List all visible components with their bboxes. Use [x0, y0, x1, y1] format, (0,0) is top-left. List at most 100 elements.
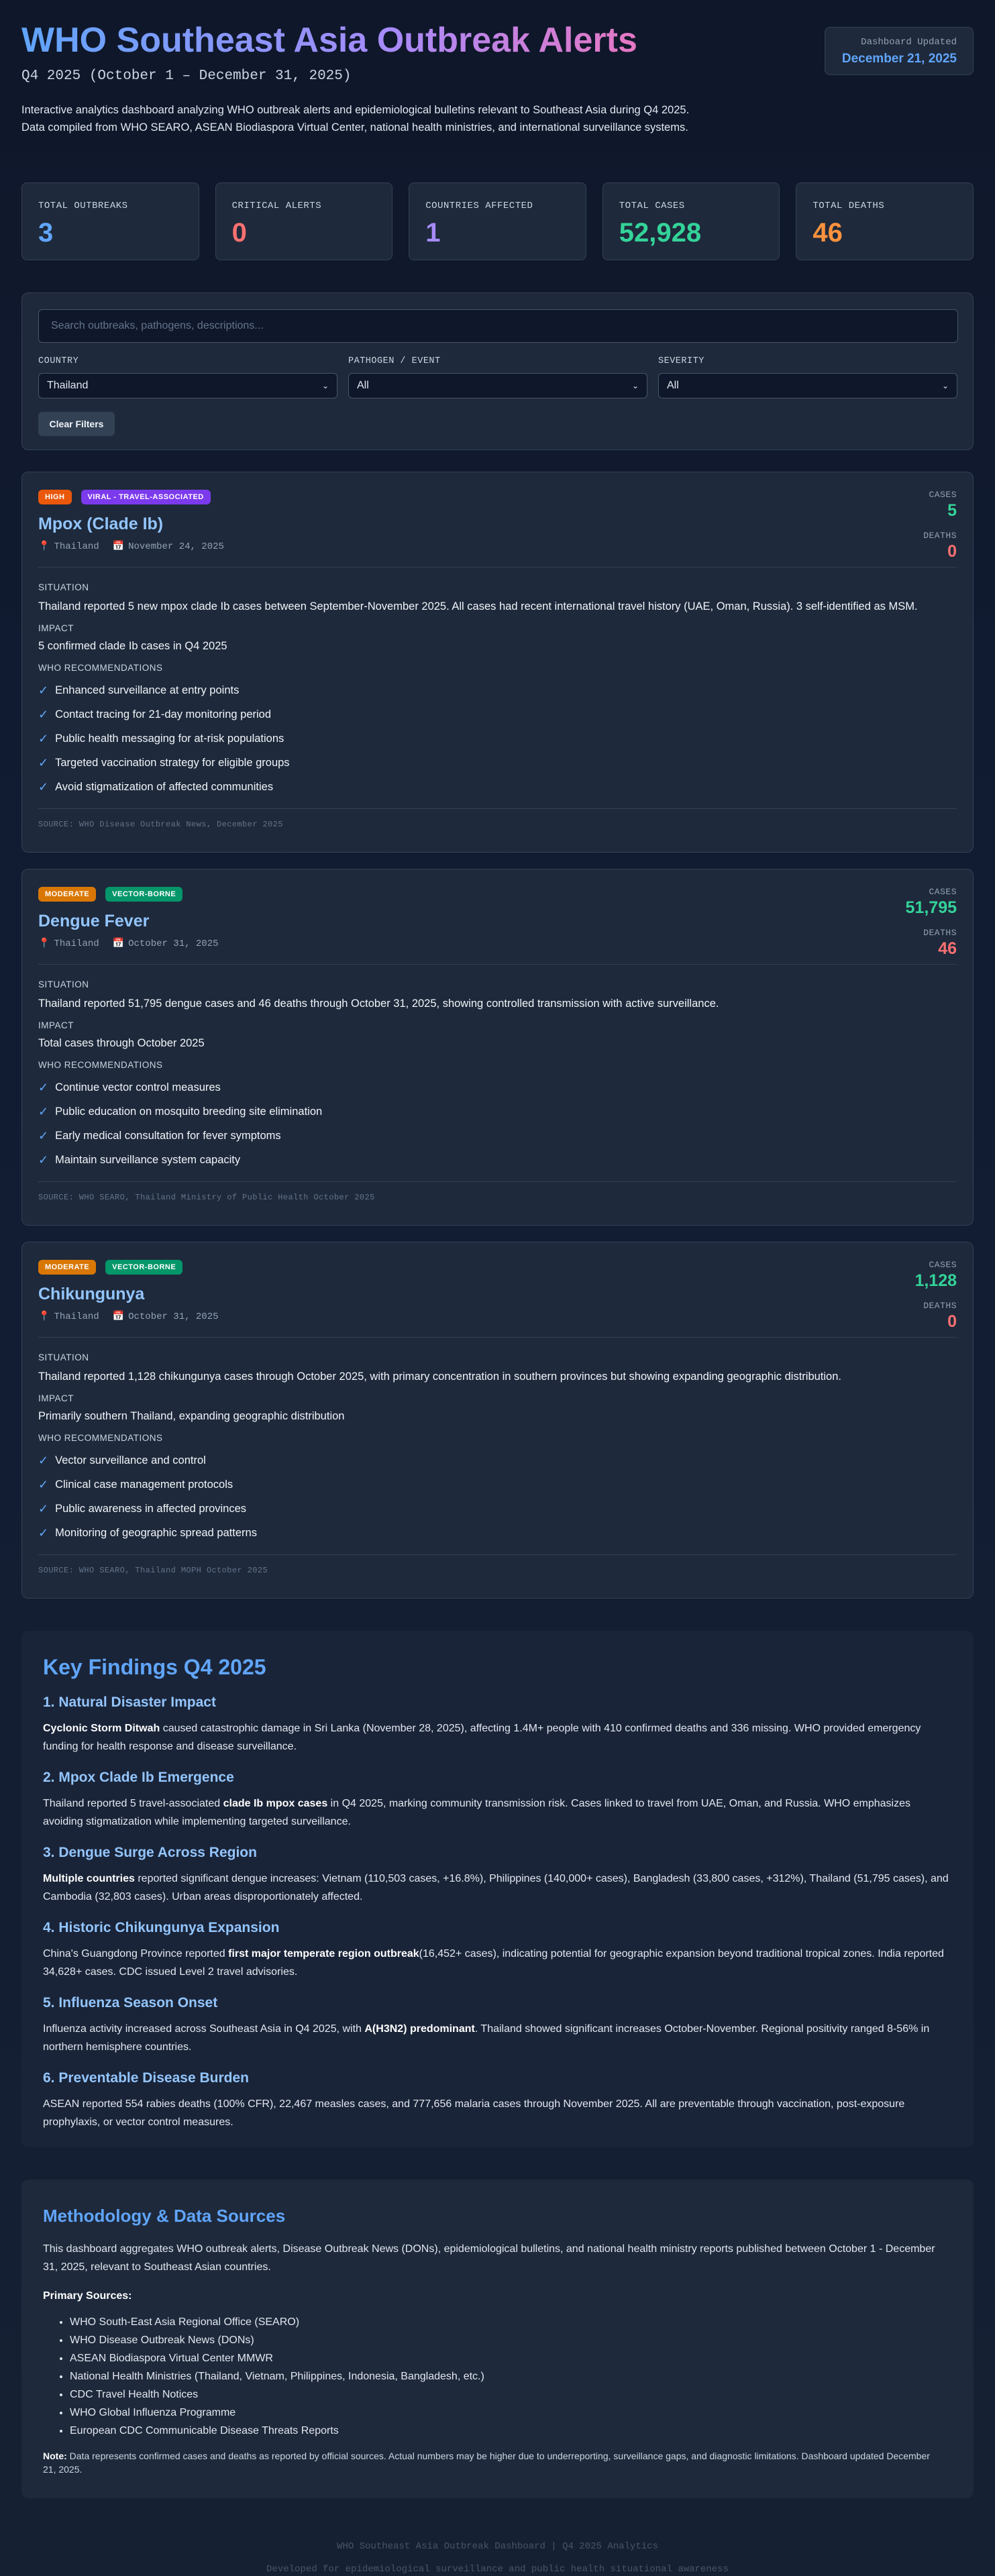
- country-filter-label: COUNTRY: [38, 356, 79, 366]
- finding-item: 1. Natural Disaster Impact Cyclonic Stor…: [43, 1694, 952, 1756]
- category-badge: VECTOR-BORNE: [105, 1260, 183, 1275]
- chevron-down-icon: ⌄: [631, 381, 639, 390]
- source-item: European CDC Communicable Disease Threat…: [70, 2422, 952, 2440]
- category-badge: VECTOR-BORNE: [105, 887, 183, 902]
- check-icon: ✓: [38, 780, 49, 794]
- recommendation-item: ✓ Avoid stigmatization of affected commun…: [38, 775, 957, 799]
- recommendation-text: Enhanced surveillance at entry points: [55, 684, 240, 696]
- page-header: WHO Southeast Asia Outbreak Alerts Q4 20…: [21, 0, 995, 166]
- recommendation-text: Public education on mosquito breeding si…: [55, 1105, 323, 1118]
- stat-total-cases: TOTAL CASES 52,928: [602, 182, 780, 260]
- recommendations-label: WHO RECOMMENDATIONS: [38, 663, 163, 673]
- outbreak-counts: CASES 51,795 DEATHS 46: [906, 887, 957, 959]
- outbreak-title: Mpox (Clade Ib): [38, 515, 164, 533]
- stat-total-deaths: TOTAL DEATHS 46: [796, 182, 974, 260]
- cases-value: 5: [947, 501, 957, 520]
- pathogen-select[interactable]: All ⌄: [348, 373, 647, 398]
- deaths-label: DEATHS: [923, 1301, 957, 1311]
- search-input[interactable]: [38, 309, 958, 343]
- calendar-icon: 📅: [112, 1311, 125, 1322]
- check-icon: ✓: [38, 1128, 49, 1142]
- recommendation-item: ✓ Continue vector control measures: [38, 1075, 957, 1099]
- stat-value: 3: [38, 218, 54, 248]
- primary-sources-label: Primary Sources:: [43, 2290, 132, 2302]
- finding-highlight: Cyclonic Storm Ditwah: [43, 1723, 160, 1734]
- cases-value: 51,795: [905, 898, 957, 917]
- severity-badge: MODERATE: [38, 1260, 97, 1275]
- finding-text: Multiple countries reported significant …: [43, 1873, 949, 1902]
- outbreak-date: 📅 October 31, 2025: [113, 1311, 219, 1322]
- finding-item: 6. Preventable Disease Burden ASEAN repo…: [43, 2070, 952, 2131]
- recommendation-text: Public health messaging for at-risk popu…: [55, 732, 284, 745]
- date-text: October 31, 2025: [128, 938, 219, 949]
- calendar-icon: 📅: [112, 541, 125, 552]
- chevron-down-icon: ⌄: [941, 381, 949, 390]
- stats-row: TOTAL OUTBREAKS 3 CRITICAL ALERTS 0 COUN…: [21, 182, 974, 260]
- source-text: SOURCE: WHO Disease Outbreak News, Decem…: [38, 808, 957, 845]
- check-icon: ✓: [38, 683, 49, 697]
- outbreak-title: Chikungunya: [38, 1285, 145, 1303]
- updated-label: Dashboard Updated: [861, 37, 957, 48]
- severity-select-value: All: [667, 380, 679, 391]
- finding-highlight: Multiple countries: [43, 1873, 135, 1884]
- finding-item: 3. Dengue Surge Across Region Multiple c…: [43, 1844, 952, 1906]
- recommendation-text: Public awareness in affected provinces: [55, 1502, 247, 1515]
- impact-label: IMPACT: [38, 1393, 74, 1403]
- methodology-note: Note: Data represents confirmed cases an…: [43, 2449, 942, 2476]
- methodology-title: Methodology & Data Sources: [43, 2206, 286, 2226]
- deaths-label: DEATHS: [923, 928, 957, 938]
- location-text: Thailand: [54, 1311, 99, 1322]
- source-item: ASEAN Biodiaspora Virtual Center MMWR: [70, 2349, 952, 2367]
- impact-label: IMPACT: [38, 1020, 74, 1030]
- cases-label: CASES: [929, 490, 957, 500]
- methodology-section: Methodology & Data Sources This dashboar…: [21, 2180, 974, 2498]
- situation-label: SITUATION: [38, 582, 89, 592]
- source-item: WHO Global Influenza Programme: [70, 2404, 952, 2422]
- source-item: WHO Disease Outbreak News (DONs): [70, 2331, 952, 2349]
- severity-select[interactable]: All ⌄: [658, 373, 957, 398]
- map-pin-icon: 📍: [38, 541, 50, 552]
- recommendation-item: ✓ Public health messaging for at-risk pop…: [38, 727, 957, 751]
- stat-label: TOTAL CASES: [619, 201, 685, 211]
- findings-title: Key Findings Q4 2025: [43, 1655, 266, 1679]
- recommendation-item: ✓ Early medical consultation for fever sy…: [38, 1124, 957, 1148]
- recommendation-item: ✓ Vector surveillance and control: [38, 1448, 957, 1472]
- outbreak-location: 📍 Thailand: [38, 541, 99, 552]
- situation-label: SITUATION: [38, 979, 89, 989]
- outbreak-card-chikungunya: MODERATE VECTOR-BORNE Chikungunya 📍 Thail…: [21, 1242, 974, 1599]
- finding-item: 2. Mpox Clade Ib Emergence Thailand repo…: [43, 1769, 952, 1831]
- note-label: Note:: [43, 2451, 67, 2461]
- source-text: SOURCE: WHO SEARO, Thailand MOPH October…: [38, 1554, 957, 1591]
- outbreak-card-mpox: HIGH VIRAL - TRAVEL-ASSOCIATED Mpox (Cla…: [21, 472, 974, 853]
- check-icon: ✓: [38, 1104, 49, 1118]
- recommendation-text: Vector surveillance and control: [55, 1454, 206, 1466]
- calendar-icon: 📅: [112, 938, 125, 949]
- updated-badge: Dashboard Updated December 21, 2025: [825, 27, 974, 75]
- check-icon: ✓: [38, 1080, 49, 1094]
- source-text: SOURCE: WHO SEARO, Thailand Ministry of …: [38, 1181, 957, 1218]
- recommendation-item: ✓ Enhanced surveillance at entry points: [38, 678, 957, 702]
- note-text: Data represents confirmed cases and deat…: [43, 2451, 930, 2475]
- outbreak-date: 📅 October 31, 2025: [113, 938, 219, 949]
- date-text: November 24, 2025: [128, 541, 224, 552]
- country-select[interactable]: Thailand ⌄: [38, 373, 337, 398]
- pathogen-filter-label: PATHOGEN / EVENT: [348, 356, 441, 366]
- impact-text: 5 confirmed clade Ib cases in Q4 2025: [38, 640, 227, 652]
- check-icon: ✓: [38, 1152, 49, 1167]
- stat-value: 0: [231, 218, 247, 248]
- recommendation-item: ✓ Contact tracing for 21-day monitoring p…: [38, 702, 957, 727]
- page-footer: WHO Southeast Asia Outbreak Dashboard | …: [21, 2541, 974, 2575]
- country-select-value: Thailand: [47, 380, 89, 391]
- recommendation-text: Early medical consultation for fever sym…: [55, 1129, 281, 1142]
- pathogen-select-value: All: [357, 380, 369, 391]
- recommendations-label: WHO RECOMMENDATIONS: [38, 1060, 163, 1070]
- finding-text: Thailand reported 5 travel-associated cl…: [43, 1798, 910, 1827]
- key-findings-section: Key Findings Q4 2025 1. Natural Disaster…: [21, 1631, 974, 2147]
- cases-label: CASES: [929, 1260, 957, 1270]
- deaths-value: 0: [947, 542, 957, 561]
- severity-badge: MODERATE: [38, 887, 97, 902]
- clear-filters-button[interactable]: Clear Filters: [38, 412, 115, 436]
- check-icon: ✓: [38, 755, 49, 769]
- location-text: Thailand: [54, 938, 99, 949]
- updated-value: December 21, 2025: [841, 52, 957, 66]
